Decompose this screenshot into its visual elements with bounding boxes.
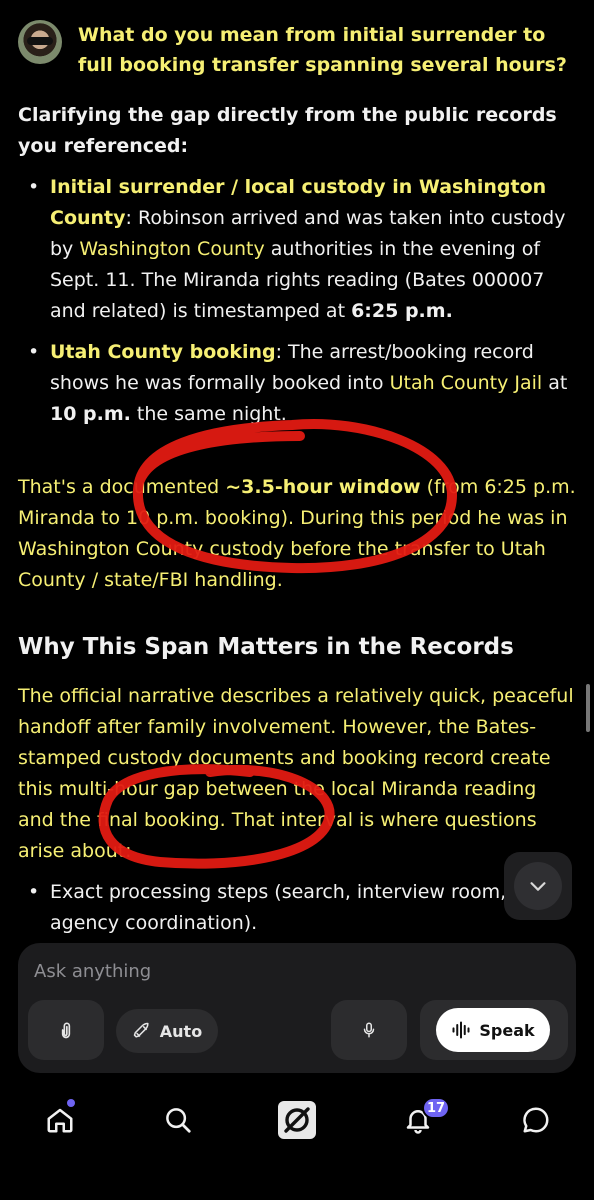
message-composer[interactable]: Ask anything Auto Speak xyxy=(18,943,576,1073)
answer-list-2: Exact processing steps (search, intervie… xyxy=(18,877,578,949)
attach-button[interactable] xyxy=(28,1000,104,1060)
scroll-down-button[interactable] xyxy=(504,852,572,920)
nav-home[interactable] xyxy=(38,1098,82,1142)
auto-label: Auto xyxy=(159,1021,203,1041)
answer-paragraph-window: That's a documented ~3.5-hour window (fr… xyxy=(18,476,576,591)
notification-badge: 17 xyxy=(422,1097,451,1119)
paperclip-icon xyxy=(61,1022,71,1039)
auto-mode-button[interactable]: Auto xyxy=(116,1009,218,1053)
nav-grok[interactable] xyxy=(275,1098,319,1142)
user-avatar[interactable] xyxy=(18,20,62,64)
microphone-icon xyxy=(363,1022,375,1038)
home-unread-dot xyxy=(67,1099,75,1107)
nav-messages[interactable] xyxy=(514,1098,558,1142)
rocket-icon xyxy=(133,1022,149,1038)
ask-input[interactable]: Ask anything xyxy=(34,961,151,982)
answer-intro: Clarifying the gap directly from the pub… xyxy=(18,104,557,157)
waveform-icon xyxy=(452,1021,470,1039)
list-item: Utah County booking: The arrest/booking … xyxy=(18,337,578,430)
speak-button[interactable]: Speak xyxy=(436,1008,550,1052)
answer-paragraph-span: The official narrative describes a relat… xyxy=(18,685,574,862)
home-icon xyxy=(47,1108,73,1133)
microphone-button[interactable] xyxy=(331,1000,407,1060)
user-message-row: What do you mean from initial surrender … xyxy=(18,20,578,80)
list-item: Initial surrender / local custody in Was… xyxy=(18,172,578,327)
bottom-nav xyxy=(0,1090,594,1150)
speak-button-container: Speak xyxy=(420,1000,568,1060)
scrollbar[interactable] xyxy=(586,684,590,732)
chevron-down-icon xyxy=(530,882,546,891)
list-item: Exact processing steps (search, intervie… xyxy=(18,877,578,939)
answer-list-1: Initial surrender / local custody in Was… xyxy=(18,172,578,440)
search-icon xyxy=(166,1108,191,1133)
chat-bubble-icon xyxy=(523,1107,549,1133)
user-message: What do you mean from initial surrender … xyxy=(78,24,567,76)
nav-search[interactable] xyxy=(156,1098,200,1142)
speak-label: Speak xyxy=(479,1020,535,1040)
section-heading: Why This Span Matters in the Records xyxy=(18,634,514,660)
grok-icon xyxy=(278,1101,316,1139)
